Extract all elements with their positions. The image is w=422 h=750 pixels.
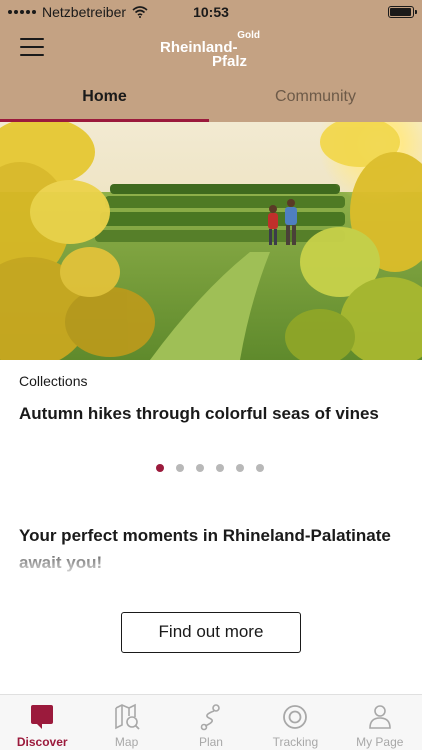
tab-community[interactable]: Community — [211, 74, 420, 122]
nav-label-plan: Plan — [198, 735, 223, 749]
nav-label-map: Map — [114, 735, 139, 749]
logo-line-2: Pfalz — [212, 53, 248, 70]
nav-label-my-page: My Page — [356, 735, 404, 749]
status-bar: Netzbetreiber 10:53 — [0, 0, 422, 24]
menu-bar — [20, 38, 44, 40]
battery-fill — [390, 8, 411, 16]
bottom-nav: Discover Map Plan Tracking My Page — [0, 694, 422, 750]
tab-home[interactable]: Home — [0, 74, 209, 122]
tab-bar: Home Community — [0, 74, 422, 122]
promo-fade-overlay — [0, 548, 422, 578]
nav-my-page[interactable]: My Page — [338, 695, 422, 750]
tracking-icon — [283, 705, 308, 729]
carousel-pagination — [156, 464, 264, 472]
carousel-dot[interactable] — [236, 464, 244, 472]
collection-title[interactable]: Autumn hikes through colorful seas of vi… — [19, 404, 379, 424]
menu-bar — [20, 54, 44, 56]
hero-image[interactable] — [0, 122, 422, 360]
nav-label-discover: Discover — [16, 735, 68, 749]
rlp-logo: Gold Rheinland- Pfalz — [160, 28, 264, 70]
nav-tracking[interactable]: Tracking — [253, 695, 337, 750]
battery-icon — [388, 6, 417, 18]
carousel-dot[interactable] — [176, 464, 184, 472]
carousel-dot[interactable] — [196, 464, 204, 472]
logo-badge: Gold — [237, 30, 260, 41]
menu-button[interactable] — [20, 38, 44, 58]
plan-icon — [200, 704, 220, 731]
nav-discover[interactable]: Discover — [0, 695, 84, 750]
nav-label-tracking: Tracking — [272, 735, 319, 749]
map-icon — [114, 703, 140, 730]
carousel-dot[interactable] — [256, 464, 264, 472]
app-header: Gold Rheinland- Pfalz — [0, 24, 422, 74]
status-time: 10:53 — [193, 4, 229, 20]
vineyard-illustration — [0, 122, 422, 360]
menu-bar — [20, 46, 44, 48]
carousel-dot[interactable] — [216, 464, 224, 472]
discover-icon — [31, 705, 54, 729]
nav-plan[interactable]: Plan — [169, 695, 253, 750]
carousel-dot[interactable] — [156, 464, 164, 472]
collection-category: Collections — [19, 373, 88, 389]
profile-icon — [368, 705, 391, 729]
find-out-more-button[interactable]: Find out more — [121, 612, 301, 653]
nav-map[interactable]: Map — [84, 695, 168, 750]
